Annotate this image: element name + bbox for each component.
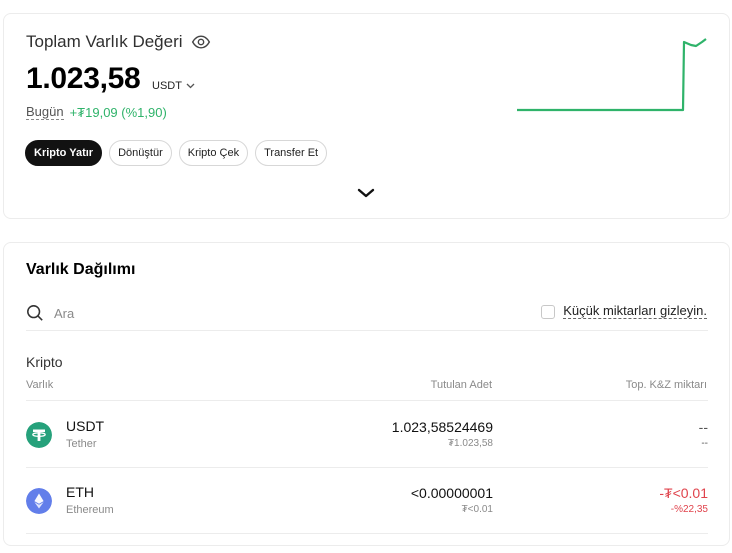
column-header-asset: Varlık xyxy=(26,379,54,391)
today-change: Bugün +₮19,09 (%1,90) xyxy=(26,105,167,120)
row-divider xyxy=(26,533,708,534)
total-value: 1.023,58 xyxy=(26,62,141,95)
asset-row-usdt[interactable]: USDT Tether 1.023,58524469 ₮1.023,58 -- … xyxy=(26,401,708,467)
search-input[interactable] xyxy=(54,305,174,321)
today-change-value: +₮19,09 (%1,90) xyxy=(69,105,167,120)
asset-amount-value: ₮<0.01 xyxy=(461,504,493,515)
asset-pnl-percent: -- xyxy=(701,438,708,449)
column-header-amount: Tutulan Adet xyxy=(430,379,492,391)
balance-sparkline xyxy=(517,38,707,112)
asset-distribution-title: Varlık Dağılımı xyxy=(26,261,136,278)
section-label-crypto: Kripto xyxy=(26,354,63,370)
asset-amount-value: ₮1.023,58 xyxy=(447,438,493,449)
asset-amount: <0.00000001 xyxy=(410,485,493,501)
tether-icon xyxy=(26,422,52,448)
column-header-pnl: Top. K&Z miktarı xyxy=(625,379,707,391)
asset-amount: 1.023,58524469 xyxy=(391,419,493,435)
search-box[interactable] xyxy=(26,302,186,324)
hide-small-label: Küçük miktarları gizleyin. xyxy=(563,303,707,319)
asset-pnl: -₮<0.01 xyxy=(659,485,708,501)
asset-name: Ethereum xyxy=(66,504,114,516)
convert-button[interactable]: Dönüştür xyxy=(109,140,172,166)
asset-symbol: ETH xyxy=(66,484,94,500)
hide-small-amounts-toggle[interactable]: Küçük miktarları gizleyin. xyxy=(541,304,707,319)
asset-symbol: USDT xyxy=(66,418,105,434)
expand-chevron-icon[interactable] xyxy=(356,186,376,200)
total-assets-card: Toplam Varlık Değeri 1.023,58 USDT Bugün… xyxy=(3,13,730,219)
asset-pnl: -- xyxy=(698,419,708,435)
search-icon xyxy=(27,305,43,321)
withdraw-crypto-button[interactable]: Kripto Çek xyxy=(178,140,249,166)
total-assets-header: Toplam Varlık Değeri xyxy=(26,32,211,52)
ethereum-icon xyxy=(26,488,52,514)
currency-label: USDT xyxy=(152,80,182,92)
total-assets-title: Toplam Varlık Değeri xyxy=(26,32,183,51)
today-label[interactable]: Bugün xyxy=(26,105,64,120)
action-buttons: Kripto Yatır Dönüştür Kripto Çek Transfe… xyxy=(25,140,328,166)
currency-selector[interactable]: USDT xyxy=(152,80,195,92)
deposit-crypto-button[interactable]: Kripto Yatır xyxy=(25,140,103,166)
eye-icon[interactable] xyxy=(191,32,211,52)
asset-pnl-percent: -%22,35 xyxy=(670,504,708,515)
asset-name: Tether xyxy=(66,438,97,450)
asset-row-eth[interactable]: ETH Ethereum <0.00000001 ₮<0.01 -₮<0.01 … xyxy=(26,467,708,533)
asset-distribution-card: Varlık Dağılımı Küçük miktarları gizleyi… xyxy=(3,242,730,546)
chevron-down-icon xyxy=(186,83,195,89)
transfer-button[interactable]: Transfer Et xyxy=(255,140,328,166)
search-divider xyxy=(26,330,708,331)
hide-small-checkbox[interactable] xyxy=(541,304,556,319)
